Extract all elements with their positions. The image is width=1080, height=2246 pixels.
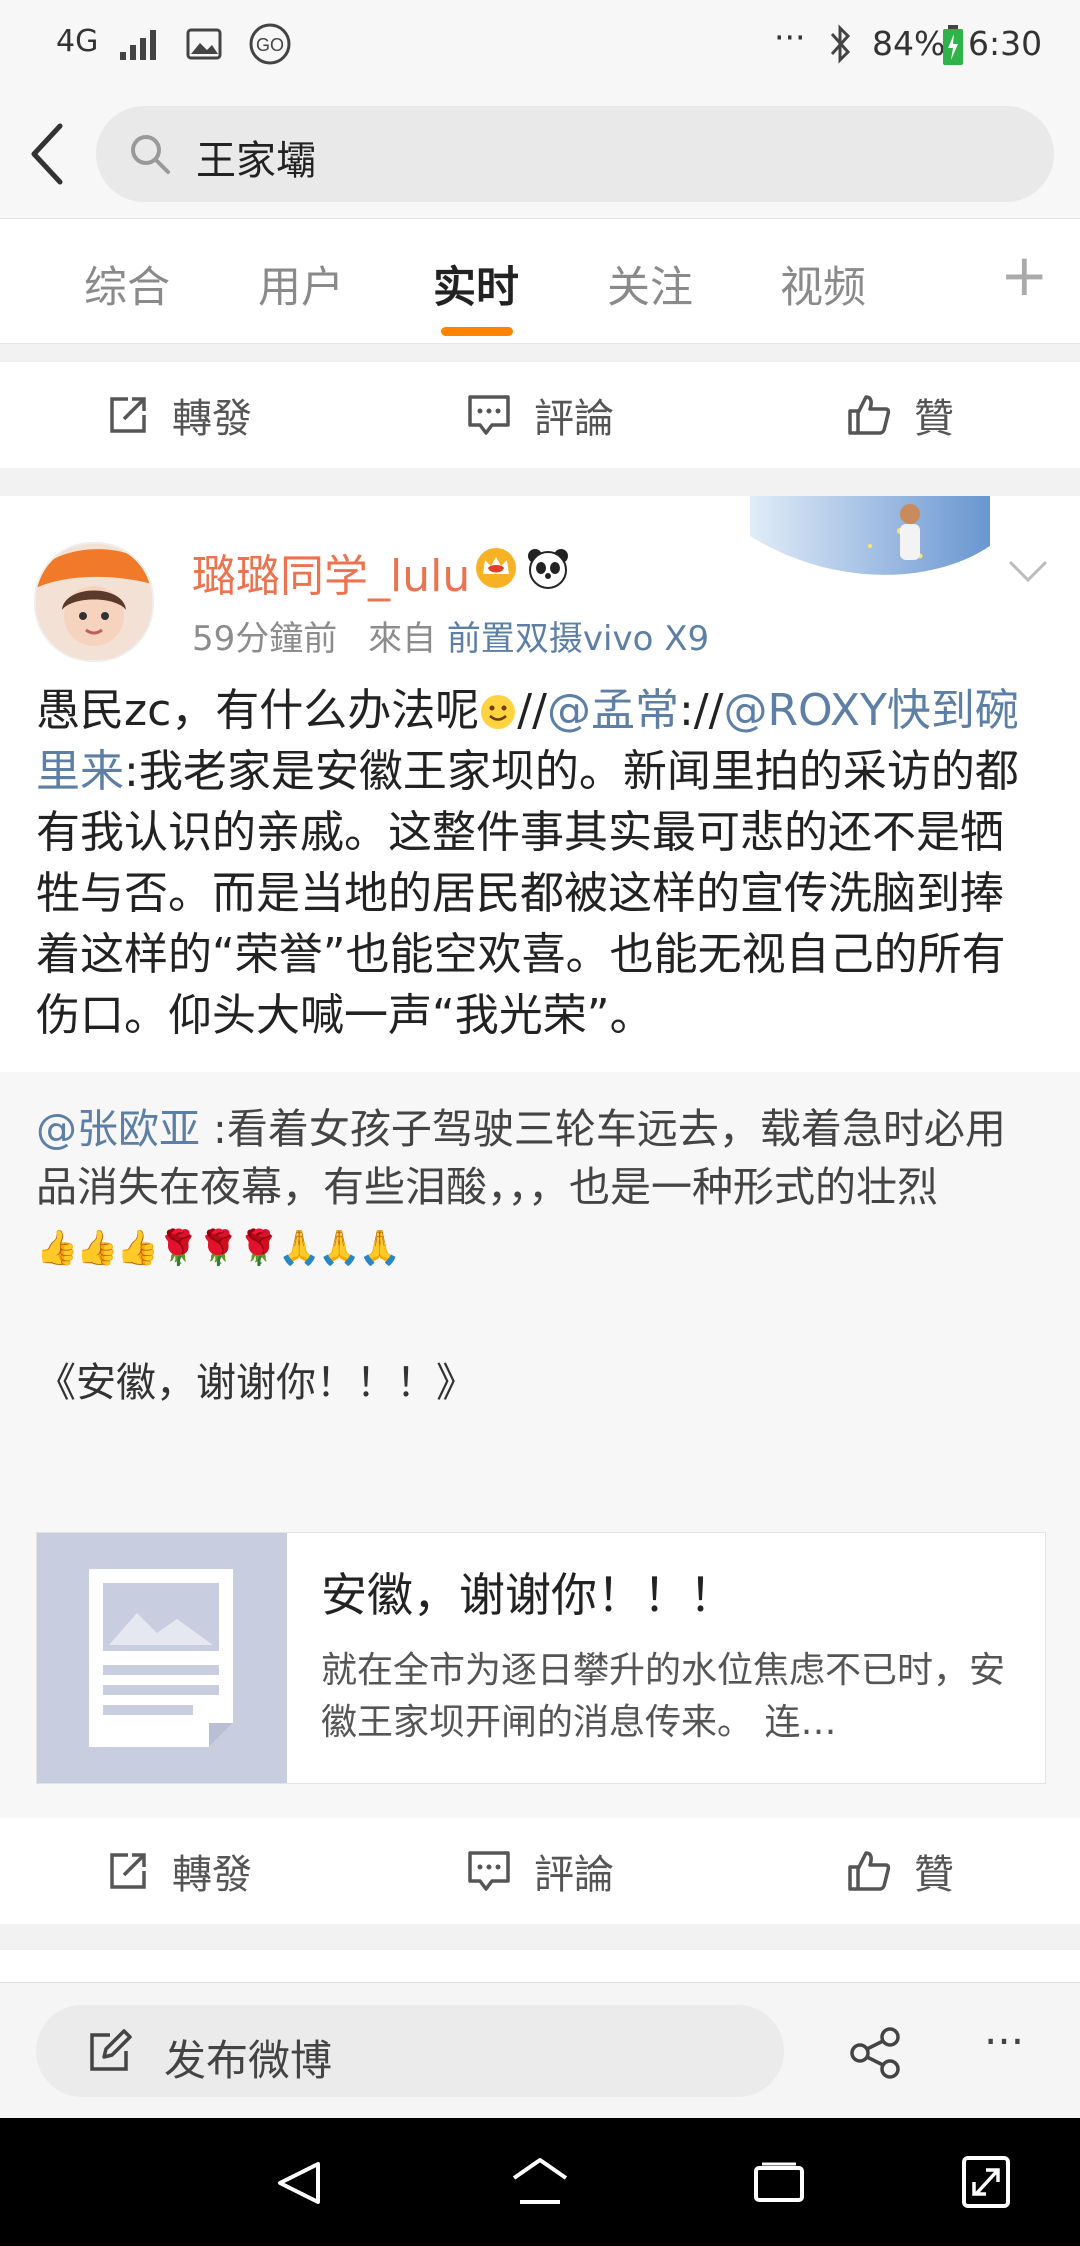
comment-button[interactable]: 評論	[466, 1846, 614, 1898]
recent-apps-icon[interactable]	[752, 2160, 806, 2204]
back-icon[interactable]	[26, 122, 66, 186]
comment-icon	[468, 1851, 510, 1891]
repost-author-link[interactable]: @张欧亚	[36, 1105, 200, 1153]
add-tab-button[interactable]: +	[1000, 241, 1049, 309]
home-nav-icon[interactable]	[510, 2156, 570, 2208]
repost-icon	[110, 397, 146, 433]
thumbs-up-icon	[848, 395, 891, 435]
search-header: 王家壩	[0, 90, 1080, 219]
system-navigation-bar	[0, 2118, 1080, 2246]
post-time: 59分鐘前	[192, 619, 338, 659]
article-card-description: 就在全市为逐日攀升的水位焦虑不已时，安徽王家坝开闸的消息传来。 连…	[321, 1650, 1006, 1743]
bottom-toolbar: 发布微博 ···	[0, 1982, 1080, 2119]
post-text: 愚民zc，有什么办法呢//@孟常://@ROXY快到碗里来:我老家是安徽王家坝的…	[36, 685, 1019, 1041]
thumbs-up-icon	[848, 1851, 891, 1891]
avatar-image	[36, 544, 152, 660]
tab-following[interactable]: 关注	[607, 253, 693, 315]
tab-bar: 综合 用户 实时 关注 视频 +	[0, 219, 1080, 344]
chevron-down-icon[interactable]	[1006, 556, 1050, 586]
like-label: 贊	[914, 1852, 954, 1898]
compose-label: 发布微博	[164, 2036, 333, 2085]
emoji-row: 👍👍👍🌹🌹🌹🙏🙏🙏	[36, 1228, 401, 1268]
tab-realtime[interactable]: 实时	[433, 253, 519, 315]
article-title-text: 《安徽，谢谢你！！！》	[36, 1360, 476, 1406]
gallery-icon	[186, 28, 222, 60]
document-placeholder-icon	[89, 1569, 233, 1747]
action-bar: 轉發 評論 贊	[0, 1818, 1080, 1924]
tab-video[interactable]: 视频	[780, 253, 866, 315]
post-from: 來自	[368, 619, 437, 659]
search-icon	[131, 135, 170, 174]
panda-icon	[528, 549, 568, 589]
status-bar: 4G GO ··· 84% 6:30	[0, 0, 1080, 90]
tab-users[interactable]: 用户	[258, 253, 344, 315]
action-bar: 轉發 評論 贊	[0, 362, 1080, 468]
comment-label: 評論	[534, 1852, 614, 1898]
article-thumbnail	[37, 1533, 287, 1783]
network-type: 4G	[56, 24, 99, 59]
post-text-intro: 愚民zc，有什么办法呢	[36, 685, 480, 736]
post-text-main: :我老家是安徽王家坝的。新闻里拍的采访的都有我认识的亲戚。这整件事其实最可悲的还…	[36, 746, 1019, 1041]
bluetooth-icon	[830, 24, 851, 64]
next-card-edge	[0, 1950, 1080, 1982]
edit-icon	[90, 2029, 132, 2071]
search-input[interactable]: 王家壩	[96, 106, 1054, 202]
go-app-icon: GO	[249, 23, 291, 65]
comment-button[interactable]: 評論	[466, 390, 614, 442]
repost-label: 轉發	[172, 396, 252, 442]
card-background-decoration	[750, 496, 990, 575]
post-card: 璐璐同学_lulu 59分鐘前 來自 前置双摄vivo X9 愚民zc，有什么办…	[0, 496, 1080, 1818]
like-button[interactable]: 贊	[846, 390, 954, 442]
share-icon[interactable]	[850, 2027, 902, 2079]
more-notifications: ···	[774, 18, 806, 57]
back-nav-icon[interactable]	[274, 2158, 324, 2208]
like-label: 贊	[914, 396, 954, 442]
vip-crown-icon	[476, 548, 516, 588]
avatar[interactable]	[34, 542, 154, 662]
search-query: 王家壩	[196, 138, 316, 184]
signal-icon	[120, 30, 156, 60]
mention-link[interactable]: @孟常	[547, 685, 679, 736]
repost-label: 轉發	[172, 1852, 252, 1898]
comment-label: 評論	[534, 396, 614, 442]
repost-icon	[110, 1853, 146, 1889]
repost-text: @张欧亚 :看着女孩子驾驶三轮车远去，载着急时必用品消失在夜幕，有些泪酸，，，也…	[36, 1100, 1036, 1277]
active-tab-indicator	[441, 327, 513, 336]
reposted-content[interactable]: @张欧亚 :看着女孩子驾驶三轮车远去，载着急时必用品消失在夜幕，有些泪酸，，，也…	[0, 1072, 1080, 1818]
more-options-button[interactable]: ···	[984, 2017, 1024, 2066]
compose-post-button[interactable]: 发布微博	[36, 2005, 784, 2097]
smile-emoji-icon	[481, 695, 516, 729]
username[interactable]: 璐璐同学_lulu	[192, 540, 470, 604]
comment-icon	[468, 395, 510, 435]
expand-nav-icon[interactable]	[960, 2154, 1012, 2210]
repost-button[interactable]: 轉發	[106, 1846, 252, 1898]
like-button[interactable]: 贊	[846, 1846, 954, 1898]
svg-text:GO: GO	[256, 35, 284, 55]
article-link-card[interactable]: 安徽，谢谢你！！！ 就在全市为逐日攀升的水位焦虑不已时，安徽王家坝开闸的消息传来…	[36, 1532, 1046, 1784]
tab-all[interactable]: 综合	[84, 253, 170, 315]
post-source[interactable]: 前置双摄vivo X9	[447, 619, 709, 659]
post-meta: 59分鐘前 來自 前置双摄vivo X9	[192, 611, 709, 660]
article-card-title: 安徽，谢谢你！！！	[321, 1568, 735, 1622]
clock: 6:30	[968, 24, 1043, 63]
repost-button[interactable]: 轉發	[106, 390, 252, 442]
battery-percent: 84%	[872, 24, 946, 63]
battery-icon	[943, 25, 963, 65]
